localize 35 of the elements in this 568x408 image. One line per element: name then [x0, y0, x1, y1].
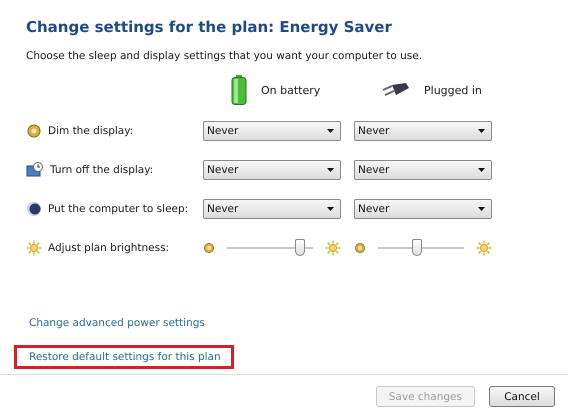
caret-icon: [327, 168, 334, 172]
slider-thumb[interactable]: [412, 238, 422, 256]
setting-label: Dim the display:: [48, 124, 134, 136]
setting-label: Adjust plan brightness:: [48, 242, 170, 254]
dropdown[interactable]: Never: [203, 160, 341, 180]
link[interactable]: Restore default settings for this plan: [14, 345, 234, 369]
moon-icon: [26, 200, 42, 216]
dropdown[interactable]: Never: [354, 120, 492, 140]
dropdown[interactable]: Never: [354, 198, 492, 218]
dropdown[interactable]: Never: [203, 198, 341, 218]
dim-sun-icon: [203, 242, 215, 254]
column-label: On battery: [261, 84, 320, 96]
caret-icon: [478, 206, 485, 210]
description-text: Choose the sleep and display settings that you want your computer to use.: [26, 49, 422, 63]
caret-icon: [478, 128, 485, 132]
link[interactable]: Change advanced power settings: [14, 311, 218, 335]
brightness-icon: [26, 240, 42, 256]
battery-icon: [231, 75, 247, 105]
caret-icon: [327, 206, 334, 210]
bright-sun-icon: [325, 240, 341, 256]
caret-icon: [327, 128, 334, 132]
page-title: Change settings for the plan: Energy Saver: [26, 18, 392, 36]
caret-icon: [478, 168, 485, 172]
dim-icon: [26, 122, 42, 138]
power-plug-icon: [382, 82, 410, 98]
cancel-button[interactable]: Cancel: [489, 386, 555, 407]
setting-label: Put the computer to sleep:: [48, 202, 188, 214]
setting-label: Turn off the display:: [50, 164, 154, 176]
slider-thumb[interactable]: [295, 238, 306, 256]
dim-sun-icon: [354, 242, 366, 254]
dropdown[interactable]: Never: [354, 160, 492, 180]
monitor-clock-icon: [26, 162, 44, 178]
bright-sun-icon: [476, 240, 492, 256]
dropdown[interactable]: Never: [203, 120, 341, 140]
column-label: Plugged in: [424, 84, 482, 96]
